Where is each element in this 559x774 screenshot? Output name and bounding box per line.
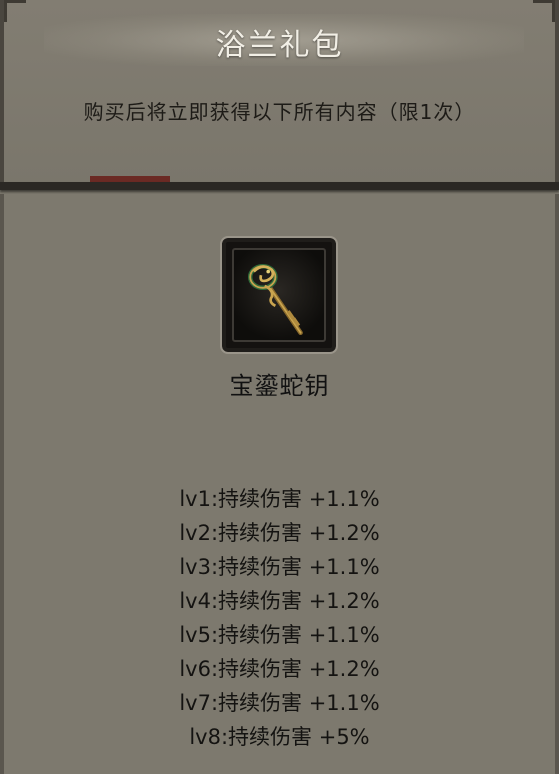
- stat-line-lv7: lv7:持续伤害 +1.1%: [179, 691, 380, 715]
- item-name: 宝鎏蛇钥: [229, 372, 330, 400]
- stat-line-lv8: lv8:持续伤害 +5%: [189, 725, 370, 749]
- stat-list: lv1:持续伤害 +1.1% lv2:持续伤害 +1.2% lv3:持续伤害 +…: [0, 482, 559, 754]
- dialog-subtitle: 购买后将立即获得以下所有内容（限1次）: [83, 100, 476, 124]
- header-divider: [0, 182, 559, 190]
- stat-line-lv5: lv5:持续伤害 +1.1%: [179, 623, 380, 647]
- dialog-title: 浴兰礼包: [215, 28, 344, 63]
- gift-pack-dialog: 浴兰礼包 购买后将立即获得以下所有内容（限1次） 宝鎏蛇钥 lv1:持续伤害 +…: [0, 0, 559, 774]
- serpent-key-icon: [247, 263, 303, 336]
- stat-line-lv3: lv3:持续伤害 +1.1%: [179, 555, 380, 579]
- corner-ornament-left: [4, 0, 26, 22]
- stat-line-lv1: lv1:持续伤害 +1.1%: [179, 487, 380, 511]
- item-slot-inner: [232, 248, 326, 342]
- stat-line-lv4: lv4:持续伤害 +1.2%: [179, 589, 380, 613]
- item-slot[interactable]: [220, 236, 338, 354]
- stat-line-lv2: lv2:持续伤害 +1.2%: [179, 521, 380, 545]
- corner-ornament-right: [533, 0, 555, 22]
- stat-line-lv6: lv6:持续伤害 +1.2%: [179, 657, 380, 681]
